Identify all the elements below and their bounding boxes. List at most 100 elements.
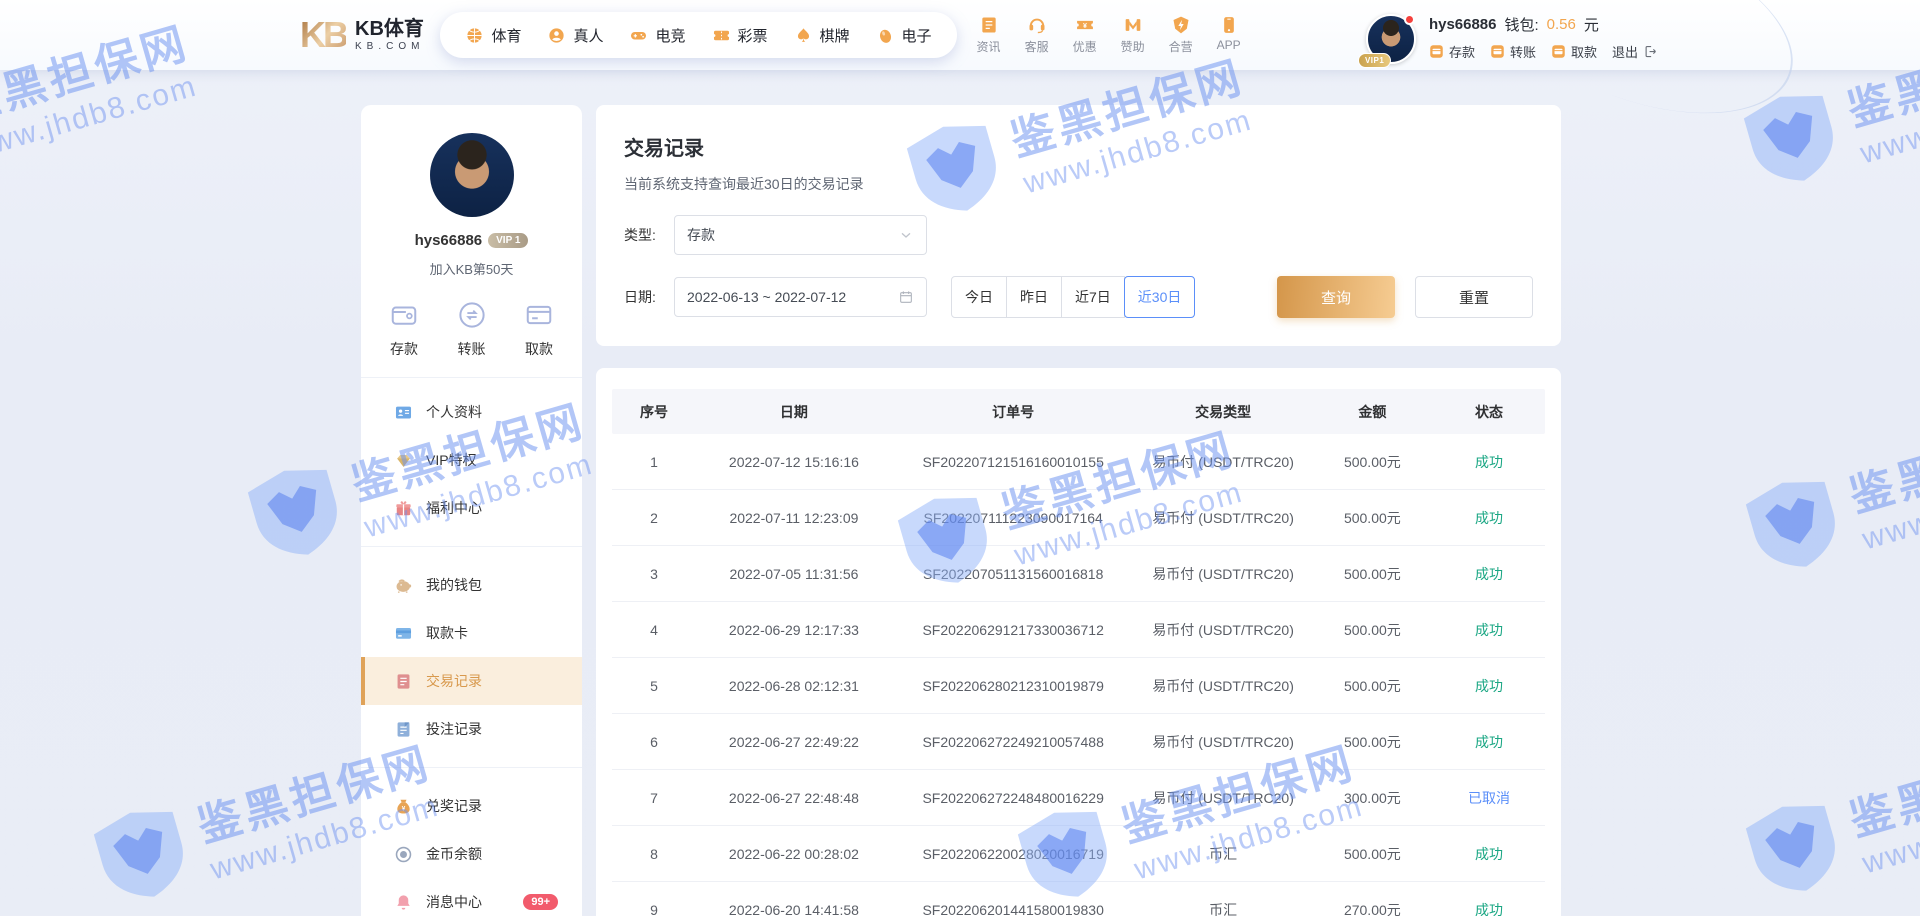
bet-doc-icon: [394, 720, 413, 739]
type-select-value: 存款: [687, 227, 715, 243]
reset-button[interactable]: 重置: [1415, 276, 1533, 318]
range-button-group: 今日 昨日 近7日 近30日: [951, 276, 1196, 318]
bell-icon: [394, 893, 413, 912]
quick-link-service[interactable]: 客服: [1025, 15, 1049, 55]
header-action-label: 存款: [1448, 45, 1475, 60]
spade-icon: [794, 26, 813, 45]
sidebar-item-wallet[interactable]: 我的钱包: [361, 561, 582, 609]
nav-item-chess[interactable]: 棋牌: [783, 21, 861, 50]
user-actions: 存款 转账 取款 退出: [1429, 42, 1658, 61]
user-avatar[interactable]: VIP1: [1357, 14, 1416, 68]
quick-link-news[interactable]: 资讯: [977, 15, 1001, 55]
sidebar-transfer-button[interactable]: 转账: [457, 300, 487, 359]
user-area: VIP1 hys66886 钱包: 0.56 元 存款 转账 取款 退出: [1357, 6, 1658, 68]
watermark-text-block: 鉴黑担保网 www.jhdb8.com: [1841, 721, 1920, 881]
logout-button[interactable]: 退出: [1612, 42, 1658, 61]
row-index-cell: 6: [650, 733, 658, 750]
status-cell: 成功: [1474, 509, 1503, 526]
status-cell: 已取消: [1467, 789, 1510, 806]
sidebar-item-withdraw-card[interactable]: 取款卡: [361, 609, 582, 657]
calendar-icon: [898, 289, 914, 305]
sidebar-item-label: 兑奖记录: [426, 798, 482, 814]
header-action-label: 取款: [1570, 45, 1597, 60]
vip-mini-badge: VIP1: [1357, 53, 1392, 68]
header-action-label: 转账: [1509, 45, 1536, 60]
gift-icon: [394, 499, 413, 518]
mini-pay-icon: [1551, 44, 1566, 59]
coin-icon: [394, 845, 413, 864]
nav-item-live[interactable]: 真人: [536, 21, 614, 50]
sidebar-deposit-button[interactable]: 存款: [389, 300, 419, 359]
header-transfer-button[interactable]: 转账: [1490, 42, 1536, 61]
range-button-yesterday[interactable]: 昨日: [1006, 276, 1062, 318]
amount-cell: 500.00元: [1343, 845, 1401, 862]
sidebar-quick-actions: 存款 转账 取款: [361, 278, 582, 377]
type-cell: 易币付 (USDT/TRC20): [1152, 453, 1294, 470]
date-range-input[interactable]: 2022-06-13 ~ 2022-07-12: [674, 277, 927, 317]
quick-link-partner[interactable]: 合营: [1169, 15, 1193, 55]
page-subtitle: 当前系统支持查询最近30日的交易记录: [624, 176, 864, 192]
status-cell: 成功: [1474, 565, 1503, 582]
unread-count-badge: 99+: [523, 894, 558, 910]
transfer-circle-icon: [457, 300, 487, 330]
range-button-today[interactable]: 今日: [951, 276, 1007, 318]
column-header: 交易类型: [1195, 403, 1252, 420]
order-no-cell: SF202206280212310019879: [922, 677, 1104, 694]
quick-link-app[interactable]: APP: [1217, 15, 1241, 55]
sidebar-item-label: 福利中心: [426, 500, 482, 516]
nav-item-slots[interactable]: 电子: [865, 21, 943, 50]
sidebar-item-transactions[interactable]: 交易记录: [361, 657, 582, 705]
status-cell: 成功: [1474, 677, 1503, 694]
sidebar-item-vip[interactable]: VIP特权: [361, 436, 582, 484]
sidebar-quick-label: 取款: [525, 341, 553, 357]
nav-item-label: 彩票: [737, 27, 768, 45]
range-button-last30days[interactable]: 近30日: [1123, 276, 1196, 318]
quick-link-promo[interactable]: ¥ 优惠: [1073, 15, 1097, 55]
moneybag-icon: ¥: [394, 797, 413, 816]
headset-icon: [1027, 15, 1047, 35]
amount-cell: 500.00元: [1343, 453, 1401, 470]
type-label: 类型:: [624, 227, 656, 243]
wallet-label: 钱包:: [1504, 17, 1539, 34]
sidebar-withdraw-button[interactable]: 取款: [524, 300, 554, 359]
header-deposit-button[interactable]: 存款: [1429, 42, 1475, 61]
nav-item-label: 电竞: [655, 27, 686, 45]
column-header: 状态: [1474, 403, 1503, 420]
type-cell: 易币付 (USDT/TRC20): [1152, 789, 1294, 806]
order-no-cell: SF202206201441580019830: [922, 901, 1104, 916]
amount-cell: 300.00元: [1343, 789, 1401, 806]
table-row: 8 2022-06-22 00:28:02 SF202206220028020016…: [612, 826, 1545, 882]
main-content: 交易记录 当前系统支持查询最近30日的交易记录 类型: 存款 日期: 2022-…: [596, 105, 1561, 916]
header-withdraw-button[interactable]: 取款: [1551, 42, 1597, 61]
type-cell: 币汇: [1209, 845, 1238, 862]
sidebar-item-label: 我的钱包: [426, 577, 482, 593]
table-header: 序号 日期 订单号 交易类型 金额 状态: [612, 389, 1545, 434]
quick-links: 资讯 客服 ¥ 优惠 赞助 合营 APP: [977, 15, 1241, 55]
range-button-last7days[interactable]: 近7日: [1061, 276, 1125, 318]
sidebar-item-messages[interactable]: 消息中心 99+: [361, 878, 582, 916]
notification-dot: [1403, 14, 1415, 25]
brand-logo[interactable]: KB KB体育 KB.COM: [300, 17, 424, 53]
sidebar-item-bets[interactable]: 投注记录: [361, 705, 582, 753]
nav-item-sports[interactable]: 体育: [454, 21, 532, 50]
watermark-url: www.jhdb8.com: [1858, 459, 1920, 557]
sidebar-item-welfare[interactable]: 福利中心: [361, 484, 582, 532]
mini-pay-icon: [1429, 44, 1444, 59]
search-button[interactable]: 查询: [1277, 276, 1395, 318]
quick-link-sponsor[interactable]: 赞助: [1121, 15, 1145, 55]
table-row: 3 2022-07-05 11:31:56 SF202207051131560016…: [612, 546, 1545, 602]
coupon-icon: ¥: [1075, 15, 1095, 35]
order-no-cell: SF202207051131560016818: [923, 565, 1104, 582]
nav-item-label: 棋牌: [819, 27, 850, 45]
sidebar-item-profile[interactable]: 个人资料: [361, 388, 582, 436]
nav-item-lottery[interactable]: 彩票: [701, 21, 779, 50]
type-select[interactable]: 存款: [674, 215, 927, 255]
row-index-cell: 9: [650, 901, 658, 916]
sidebar-item-coins[interactable]: 金币余额: [361, 830, 582, 878]
order-no-cell: SF202206291217330036712: [922, 621, 1104, 638]
sidebar-avatar[interactable]: [429, 133, 514, 217]
amount-cell: 500.00元: [1343, 509, 1401, 526]
nav-item-esports[interactable]: 电竞: [618, 21, 696, 50]
quick-link-label: 合营: [1168, 40, 1193, 54]
sidebar-item-prizes[interactable]: ¥ 兑奖记录: [361, 782, 582, 830]
